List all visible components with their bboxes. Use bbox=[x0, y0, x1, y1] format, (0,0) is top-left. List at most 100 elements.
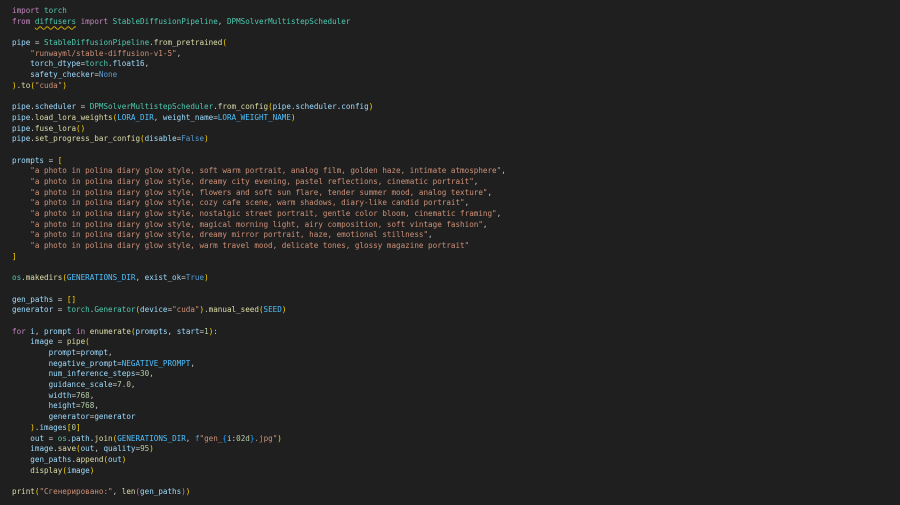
code-line[interactable]: height=768, bbox=[12, 401, 506, 412]
code-line[interactable]: generator=generator bbox=[12, 412, 506, 423]
code-token: ) bbox=[89, 465, 95, 475]
code-line[interactable]: pipe = StableDiffusionPipeline.from_pret… bbox=[12, 38, 506, 49]
code-line[interactable]: "runwayml/stable-diffusion-v1-5", bbox=[12, 49, 506, 60]
code-token: width bbox=[48, 390, 72, 400]
code-token: ) bbox=[204, 273, 209, 283]
code-token: torch bbox=[85, 59, 109, 69]
code-line[interactable] bbox=[12, 263, 506, 274]
code-token: quality bbox=[103, 444, 136, 454]
code-line[interactable]: negative_prompt=NEGATIVE_PROMPT, bbox=[12, 359, 506, 370]
code-line[interactable]: ] bbox=[12, 252, 506, 263]
code-line[interactable]: display(image) bbox=[12, 466, 506, 477]
code-line[interactable]: num_inference_steps=30, bbox=[12, 369, 506, 380]
code-token: False bbox=[181, 134, 205, 144]
code-line[interactable]: guidance_scale=7.0, bbox=[12, 380, 506, 391]
code-token: "gen_ bbox=[199, 433, 223, 443]
code-token: path bbox=[71, 433, 90, 443]
code-token: , bbox=[496, 209, 502, 219]
code-token: 768 bbox=[80, 401, 95, 411]
code-token: in bbox=[76, 326, 86, 336]
code-line[interactable]: from diffusers import StableDiffusionPip… bbox=[12, 17, 506, 28]
code-token: 768 bbox=[76, 390, 90, 400]
code-line[interactable]: import torch bbox=[12, 6, 506, 17]
code-token: len bbox=[121, 486, 136, 496]
code-line[interactable]: pipe.load_lora_weights(LORA_DIR, weight_… bbox=[12, 113, 506, 124]
code-line[interactable] bbox=[12, 476, 506, 487]
code-token: "a photo in polina diary glow style, nos… bbox=[30, 209, 497, 219]
code-text[interactable]: import torch from diffusers import Stable… bbox=[12, 6, 506, 498]
code-line[interactable]: "a photo in polina diary glow style, nos… bbox=[12, 209, 506, 220]
code-line[interactable]: "a photo in polina diary glow style, dre… bbox=[12, 177, 506, 188]
code-token: prompts bbox=[135, 326, 168, 336]
code-token: negative_prompt bbox=[48, 358, 118, 368]
code-token: image bbox=[30, 444, 54, 454]
code-line[interactable]: prompt=prompt, bbox=[12, 348, 506, 359]
code-line[interactable]: print("Сгенерировано:", len(gen_paths)) bbox=[12, 487, 506, 498]
code-token: pipe bbox=[272, 102, 291, 112]
code-line[interactable]: pipe.fuse_lora() bbox=[12, 124, 506, 135]
code-token: scheduler bbox=[34, 102, 77, 112]
code-token: from_config bbox=[217, 102, 269, 112]
code-line[interactable]: image = pipe( bbox=[12, 337, 506, 348]
code-token: = bbox=[53, 305, 67, 315]
code-line[interactable]: gen_paths = [] bbox=[12, 295, 506, 306]
code-editor[interactable]: import torch from diffusers import Stable… bbox=[0, 0, 900, 505]
code-token: ) bbox=[62, 80, 67, 90]
code-token: append bbox=[76, 454, 104, 464]
code-token: , bbox=[112, 486, 122, 496]
code-token: "Сгенерировано:" bbox=[39, 486, 113, 496]
code-line[interactable]: torch_dtype=torch.float16, bbox=[12, 59, 506, 70]
code-token: height bbox=[48, 401, 77, 411]
code-token: print bbox=[12, 486, 35, 496]
code-line[interactable] bbox=[12, 145, 506, 156]
code-line[interactable]: width=768, bbox=[12, 391, 506, 402]
code-line[interactable]: "a photo in polina diary glow style, coz… bbox=[12, 198, 506, 209]
code-token: num_inference_steps bbox=[48, 369, 136, 379]
code-token: os bbox=[12, 273, 22, 283]
code-token: , bbox=[487, 187, 493, 197]
code-line[interactable]: out = os.path.join(GENERATIONS_DIR, f"ge… bbox=[12, 434, 506, 445]
code-line[interactable]: ).to("cuda") bbox=[12, 81, 506, 92]
code-line[interactable] bbox=[12, 284, 506, 295]
code-line[interactable]: prompts = [ bbox=[12, 156, 506, 167]
code-token: pipe bbox=[66, 337, 86, 347]
code-line[interactable]: pipe.set_progress_bar_config(disable=Fal… bbox=[12, 134, 506, 145]
code-token: "a photo in polina diary glow style, flo… bbox=[30, 187, 488, 197]
code-line[interactable]: generator = torch.Generator(device="cuda… bbox=[12, 305, 506, 316]
code-token: pipe bbox=[12, 112, 31, 122]
code-line[interactable]: for i, prompt in enumerate(prompts, star… bbox=[12, 327, 506, 338]
code-token: ] bbox=[12, 251, 17, 261]
code-token: ) bbox=[277, 433, 282, 443]
code-line[interactable]: "a photo in polina diary glow style, flo… bbox=[12, 188, 506, 199]
code-token: generator bbox=[48, 412, 90, 422]
code-line[interactable] bbox=[12, 27, 506, 38]
code-line[interactable]: ).images[0] bbox=[12, 423, 506, 434]
code-line[interactable]: "a photo in polina diary glow style, dre… bbox=[12, 230, 506, 241]
code-token: , bbox=[89, 390, 95, 400]
code-token: to bbox=[21, 80, 31, 90]
code-line[interactable]: "a photo in polina diary glow style, sof… bbox=[12, 166, 505, 177]
code-token: 7.0 bbox=[117, 380, 131, 390]
code-line[interactable] bbox=[12, 316, 506, 327]
code-line[interactable]: pipe.scheduler = DPMSolverMultistepSched… bbox=[12, 102, 506, 113]
code-token: weight_name bbox=[162, 112, 214, 122]
code-token: "a photo in polina diary glow style, sof… bbox=[30, 166, 502, 176]
code-token: , bbox=[217, 16, 227, 26]
code-line[interactable]: os.makedirs(GENERATIONS_DIR, exist_ok=Tr… bbox=[12, 273, 506, 284]
code-line[interactable]: "a photo in polina diary glow style, mag… bbox=[12, 220, 506, 231]
code-line[interactable]: safety_checker=None bbox=[12, 70, 506, 81]
code-token: , bbox=[190, 358, 195, 368]
code-line[interactable]: image.save(out, quality=95) bbox=[12, 444, 506, 455]
code-line[interactable] bbox=[12, 92, 506, 103]
code-line[interactable]: "a photo in polina diary glow style, war… bbox=[12, 241, 506, 252]
code-token: load_lora_weights bbox=[34, 112, 113, 122]
code-line[interactable]: gen_paths.append(out) bbox=[12, 455, 506, 466]
